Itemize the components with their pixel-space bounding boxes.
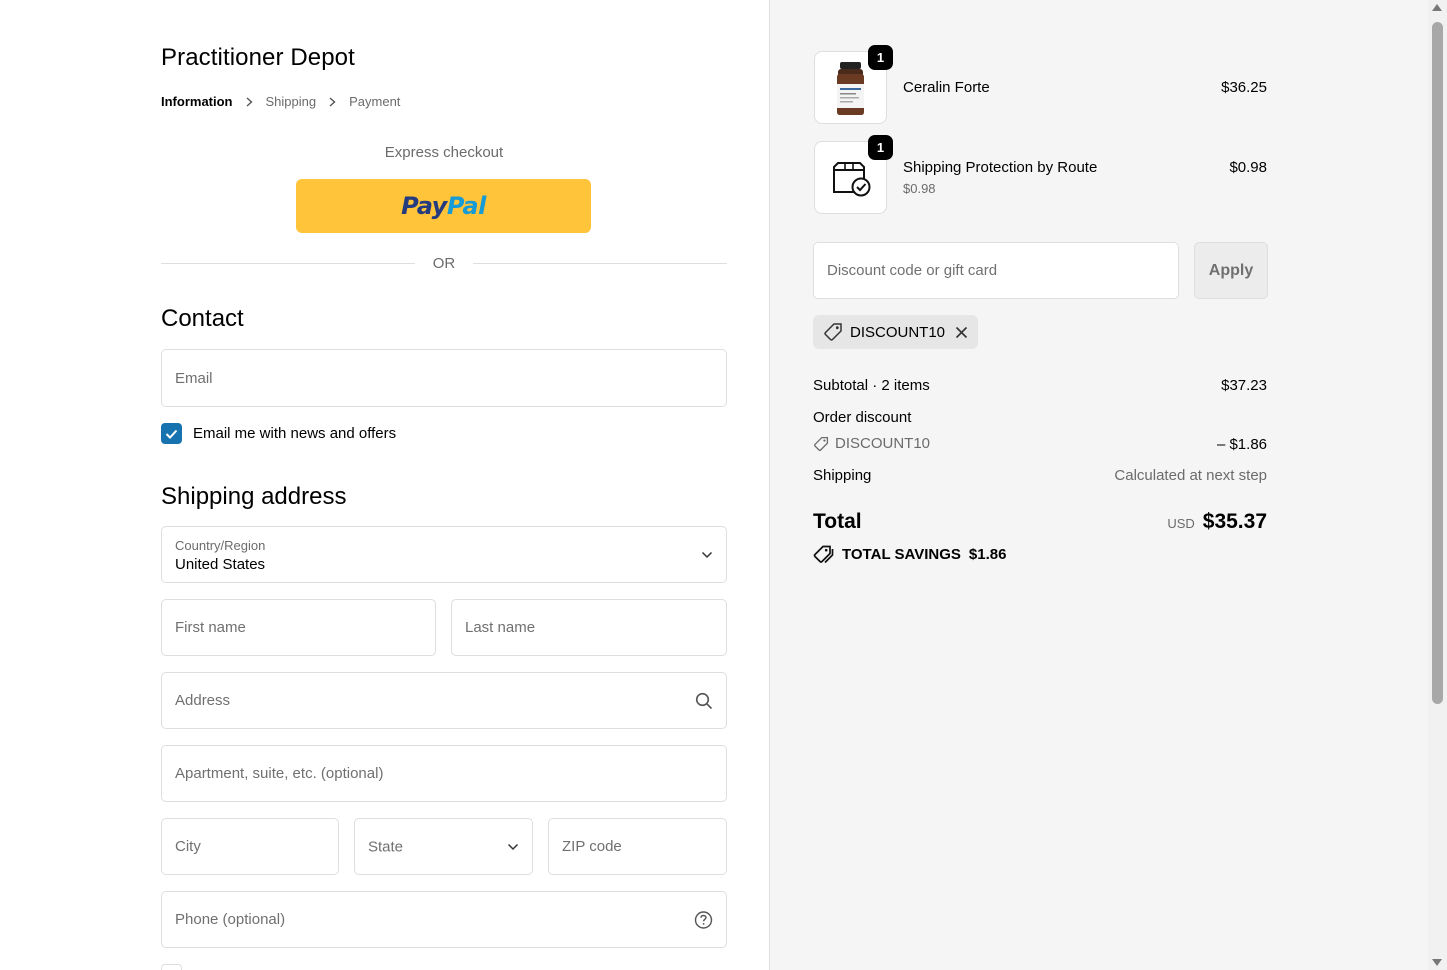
- item-name: Ceralin Forte: [903, 79, 990, 96]
- item-price: $0.98: [1229, 159, 1267, 176]
- country-label: Country/Region: [175, 538, 266, 553]
- contact-heading: Contact: [161, 305, 244, 332]
- total-value: $35.37: [1202, 510, 1267, 533]
- checkout-form-column: Practitioner Depot Information Shipping …: [0, 0, 769, 970]
- item-subtitle: $0.98: [903, 181, 936, 196]
- shipping-address-heading: Shipping address: [161, 483, 347, 510]
- chevron-right-icon: [246, 96, 253, 107]
- currency-code: USD: [1167, 516, 1195, 531]
- item-quantity-badge: 1: [868, 135, 893, 160]
- order-discount-value: – $1.86: [1216, 436, 1267, 453]
- total-label: Total: [813, 510, 862, 533]
- search-icon[interactable]: [695, 692, 713, 710]
- checkmark-icon: [165, 429, 178, 439]
- subtotal-value: $37.23: [1221, 377, 1267, 394]
- paypal-button[interactable]: PayPal: [296, 179, 591, 233]
- phone-field[interactable]: [161, 891, 727, 948]
- breadcrumb-information[interactable]: Information: [161, 94, 233, 109]
- breadcrumb-payment: Payment: [349, 94, 401, 109]
- item-name: Shipping Protection by Route: [903, 159, 1098, 176]
- state-placeholder: State: [368, 838, 404, 855]
- express-checkout-label: Express checkout: [384, 144, 504, 161]
- store-name[interactable]: Practitioner Depot: [161, 44, 355, 72]
- chevron-down-icon: [507, 843, 519, 851]
- city-field[interactable]: [161, 818, 339, 875]
- help-circle-icon[interactable]: [694, 910, 713, 929]
- or-divider: OR: [161, 255, 727, 272]
- address-field[interactable]: [161, 672, 727, 729]
- shipping-value: Calculated at next step: [1114, 467, 1267, 484]
- total-savings: TOTAL SAVINGS $1.86: [813, 545, 1006, 564]
- item-quantity-badge: 1: [868, 45, 893, 70]
- shipping-label: Shipping: [813, 467, 872, 484]
- discount-input[interactable]: [814, 243, 1178, 298]
- country-value: United States: [175, 556, 266, 573]
- last-name-field[interactable]: [451, 599, 727, 656]
- discount-field[interactable]: [813, 242, 1179, 299]
- breadcrumb: Information Shipping Payment: [161, 94, 400, 109]
- sms-checkbox[interactable]: [161, 964, 182, 970]
- apply-discount-button[interactable]: Apply: [1194, 242, 1268, 299]
- zip-input[interactable]: [549, 819, 726, 874]
- applied-discount-code: DISCOUNT10: [850, 323, 946, 341]
- savings-value: $1.86: [968, 546, 1007, 563]
- tag-icon: [823, 322, 843, 342]
- email-input[interactable]: [162, 350, 726, 406]
- order-discount-code: DISCOUNT10: [813, 435, 930, 452]
- state-select[interactable]: State: [354, 818, 533, 875]
- newsletter-option[interactable]: Email me with news and offers: [161, 423, 396, 444]
- chevron-down-icon: [701, 551, 713, 559]
- scroll-up-arrow-icon[interactable]: [1432, 4, 1442, 11]
- country-select[interactable]: Country/Region United States: [161, 526, 727, 583]
- phone-input[interactable]: [162, 892, 726, 947]
- newsletter-label: Email me with news and offers: [193, 425, 397, 442]
- email-field[interactable]: [161, 349, 727, 407]
- first-name-field[interactable]: [161, 599, 436, 656]
- apartment-input[interactable]: [162, 746, 726, 801]
- apartment-field[interactable]: [161, 745, 727, 802]
- savings-label: TOTAL SAVINGS: [842, 546, 961, 563]
- scroll-down-arrow-icon[interactable]: [1432, 959, 1442, 966]
- tags-icon: [813, 545, 834, 564]
- zip-field[interactable]: [548, 818, 727, 875]
- subtotal-label: Subtotal · 2 items: [813, 377, 930, 394]
- scrollbar-thumb[interactable]: [1432, 22, 1443, 704]
- city-input[interactable]: [162, 819, 338, 874]
- order-discount-label: Order discount: [813, 409, 912, 426]
- item-price: $36.25: [1221, 79, 1267, 96]
- first-name-input[interactable]: [162, 600, 435, 655]
- breadcrumb-shipping: Shipping: [265, 94, 317, 109]
- close-icon[interactable]: [955, 326, 968, 339]
- page-scrollbar[interactable]: [1428, 0, 1447, 970]
- address-input[interactable]: [162, 673, 726, 728]
- tag-icon: [813, 436, 829, 452]
- applied-discount-chip: DISCOUNT10: [813, 315, 979, 349]
- chevron-right-icon: [329, 96, 336, 107]
- last-name-input[interactable]: [452, 600, 726, 655]
- newsletter-checkbox[interactable]: [161, 423, 182, 444]
- total-amount: USD $35.37: [1167, 510, 1267, 534]
- paypal-logo: PayPal: [401, 192, 486, 220]
